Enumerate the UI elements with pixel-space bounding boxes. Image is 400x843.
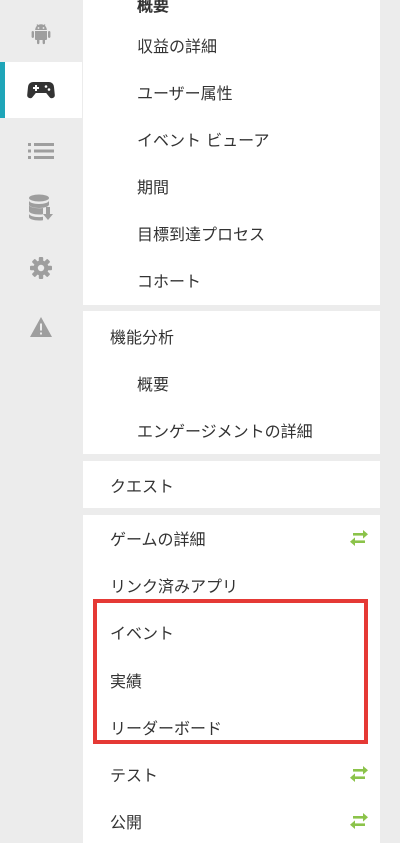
rail-item-games[interactable] bbox=[0, 62, 82, 118]
rail-item-list[interactable] bbox=[0, 123, 82, 179]
menu-item-demographics[interactable]: ユーザー属性 bbox=[83, 72, 380, 112]
menu-item-label: ユーザー属性 bbox=[137, 84, 233, 103]
menu-item-game-details[interactable]: ゲームの詳細 bbox=[83, 518, 380, 558]
rail-item-database[interactable] bbox=[0, 180, 82, 236]
database-icon bbox=[28, 194, 54, 222]
menu-item-publishing[interactable]: 公開 bbox=[83, 801, 380, 841]
menu-item-label: イベント ビューア bbox=[137, 131, 270, 150]
menu-item-label: クエスト bbox=[110, 477, 175, 496]
menu-item-label: テスト bbox=[110, 766, 159, 785]
menu-item-label: 目標到達プロセス bbox=[137, 225, 266, 244]
menu-item-quests[interactable]: クエスト bbox=[83, 465, 380, 505]
menu-item-testing[interactable]: テスト bbox=[83, 754, 380, 794]
menu-item-engagement-details[interactable]: エンゲージメントの詳細 bbox=[83, 410, 380, 450]
menu-item-feature-overview[interactable]: 概要 bbox=[83, 363, 380, 403]
sync-icon bbox=[350, 813, 368, 829]
menu-item-events[interactable]: イベント bbox=[83, 612, 380, 652]
menu-item-label: コホート bbox=[137, 272, 202, 291]
menu-group-game-services: ゲームの詳細 リンク済みアプリ イベント 実績 リーダーボード テスト 公開 bbox=[83, 515, 380, 843]
menu-group-quests: クエスト bbox=[83, 461, 380, 508]
rail-item-settings[interactable] bbox=[0, 240, 82, 296]
menu-item-label: イベント bbox=[110, 624, 175, 643]
sync-icon bbox=[350, 766, 368, 782]
menu-item-overview[interactable]: 概要 bbox=[83, 0, 380, 24]
menu-item-linked-apps[interactable]: リンク済みアプリ bbox=[83, 565, 380, 605]
gamepad-icon bbox=[27, 80, 55, 100]
menu-item-label: 概要 bbox=[137, 375, 170, 394]
menu-item-achievements[interactable]: 実績 bbox=[83, 660, 380, 700]
rail-item-android[interactable] bbox=[0, 6, 82, 62]
list-icon bbox=[28, 142, 54, 160]
menu-item-period[interactable]: 期間 bbox=[83, 166, 380, 206]
side-rail bbox=[0, 0, 82, 843]
menu-item-leaderboards[interactable]: リーダーボード bbox=[83, 707, 380, 747]
menu-group-analytics: 概要 収益の詳細 ユーザー属性 イベント ビューア 期間 目標到達プロセス コホ… bbox=[83, 0, 380, 305]
warning-icon bbox=[29, 316, 53, 338]
menu-group-feature-analysis: 機能分析 概要 エンゲージメントの詳細 bbox=[83, 311, 380, 454]
menu-item-cohort[interactable]: コホート bbox=[83, 260, 380, 300]
menu-item-label: 公開 bbox=[110, 813, 143, 832]
sync-icon bbox=[350, 530, 368, 546]
menu-item-label: 概要 bbox=[137, 0, 170, 15]
gear-icon bbox=[29, 256, 53, 280]
menu-item-label: 実績 bbox=[110, 672, 143, 691]
menu-item-label: リンク済みアプリ bbox=[110, 577, 239, 596]
menu-item-label: 期間 bbox=[137, 178, 170, 197]
menu-item-label: リーダーボード bbox=[110, 719, 223, 738]
menu-item-revenue-details[interactable]: 収益の詳細 bbox=[83, 25, 380, 65]
menu-item-funnel[interactable]: 目標到達プロセス bbox=[83, 213, 380, 253]
rail-item-warnings[interactable] bbox=[0, 299, 82, 355]
menu-item-event-viewer[interactable]: イベント ビューア bbox=[83, 119, 380, 159]
menu-item-label: 収益の詳細 bbox=[137, 37, 218, 56]
menu-item-label: エンゲージメントの詳細 bbox=[137, 422, 313, 441]
android-icon bbox=[29, 22, 53, 46]
menu-item-feature-analysis[interactable]: 機能分析 bbox=[83, 316, 380, 356]
menu-item-label: 機能分析 bbox=[110, 328, 175, 347]
menu-item-label: ゲームの詳細 bbox=[110, 530, 206, 549]
